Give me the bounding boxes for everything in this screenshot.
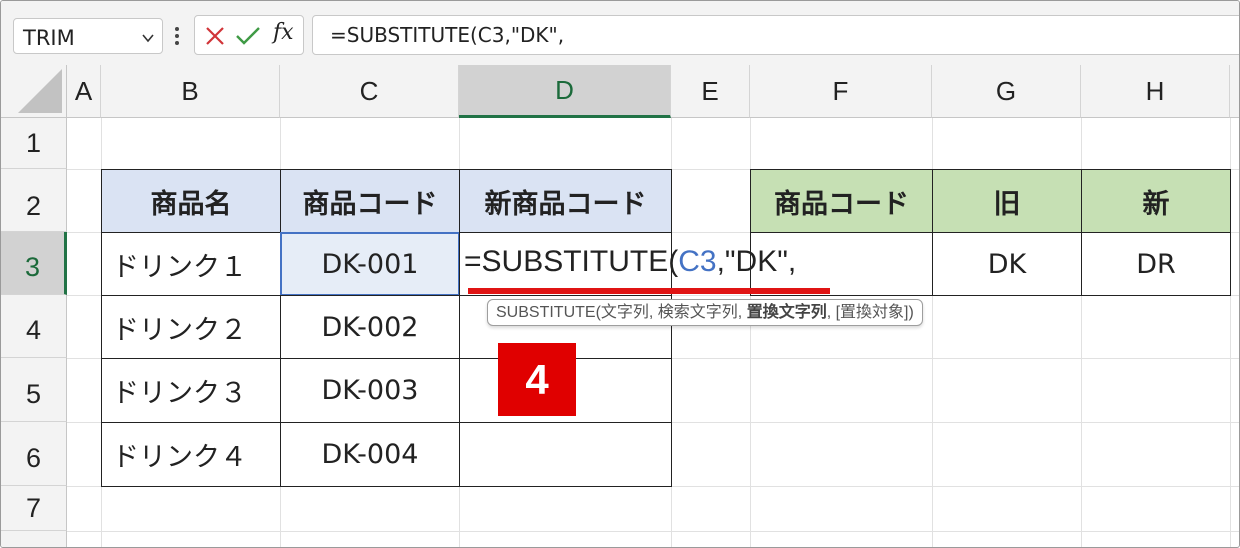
table-cell-b6[interactable]: ドリンク４ — [101, 422, 281, 487]
table-cell-h3[interactable]: DR — [1081, 232, 1231, 296]
table1-header-product-code[interactable]: 商品コード — [280, 169, 460, 233]
table-cell-b5[interactable]: ドリンク３ — [101, 358, 281, 423]
highlight-underline — [468, 288, 830, 294]
in-cell-formula[interactable]: =SUBSTITUTE(C3,"DK", — [464, 245, 796, 279]
row-header-3[interactable]: 3 — [1, 232, 67, 295]
column-header-d[interactable]: D — [459, 65, 671, 118]
table2-header-new[interactable]: 新 — [1081, 169, 1231, 233]
column-header-e[interactable]: E — [671, 65, 750, 118]
formula-text: =SUBSTITUTE(C3,"DK", — [330, 23, 565, 47]
row-header-4[interactable]: 4 — [1, 295, 67, 358]
tooltip-text-post: , [置換対象]) — [826, 304, 914, 321]
table-cell-d6[interactable] — [459, 422, 672, 487]
table-cell-b3[interactable]: ドリンク１ — [101, 232, 281, 296]
column-header-b[interactable]: B — [101, 65, 280, 118]
formula-suffix: ,"DK", — [716, 245, 797, 278]
column-header-g[interactable]: G — [932, 65, 1081, 118]
tooltip-current-argument: 置換文字列 — [746, 304, 827, 321]
row-header-7[interactable]: 7 — [1, 486, 67, 531]
table-cell-b4[interactable]: ドリンク２ — [101, 295, 281, 359]
check-icon[interactable] — [235, 25, 261, 47]
name-box[interactable]: TRIM — [13, 18, 163, 54]
table-cell-c4[interactable]: DK-002 — [280, 295, 460, 359]
formula-input[interactable]: =SUBSTITUTE(C3,"DK", — [312, 15, 1239, 55]
more-options-icon[interactable] — [173, 24, 181, 48]
table2-header-product-code[interactable]: 商品コード — [750, 169, 933, 233]
function-argument-tooltip[interactable]: SUBSTITUTE(文字列, 検索文字列, 置換文字列, [置換対象]) — [487, 299, 923, 326]
column-header-f[interactable]: F — [750, 65, 932, 118]
row-header-partial[interactable] — [1, 531, 67, 547]
step-number-badge: 4 — [498, 343, 576, 416]
formula-cell-reference: C3 — [678, 245, 717, 278]
column-header-a[interactable]: A — [67, 65, 101, 118]
column-header-c[interactable]: C — [280, 65, 459, 118]
table1-header-product-name[interactable]: 商品名 — [101, 169, 281, 233]
worksheet: A B C D E F G H 1 2 3 4 5 6 7 商品名 商品コード … — [1, 65, 1239, 547]
formula-buttons: fx — [194, 15, 304, 55]
table-cell-c6[interactable]: DK-004 — [280, 422, 460, 487]
tooltip-text-pre: SUBSTITUTE(文字列, 検索文字列, — [496, 304, 747, 321]
column-header-partial[interactable] — [1230, 65, 1239, 118]
table2-header-old[interactable]: 旧 — [932, 169, 1082, 233]
select-all-button[interactable] — [1, 65, 67, 118]
table1-header-new-product-code[interactable]: 新商品コード — [459, 169, 672, 233]
excel-window: TRIM fx =SUBSTITUTE(C3,"DK", A B C D E F… — [0, 0, 1240, 548]
column-header-h[interactable]: H — [1081, 65, 1230, 118]
row-header-5[interactable]: 5 — [1, 358, 67, 422]
table-cell-c3[interactable]: DK-001 — [280, 232, 460, 296]
table-cell-g3[interactable]: DK — [932, 232, 1082, 296]
insert-function-button[interactable]: fx — [273, 20, 294, 45]
table-cell-c5[interactable]: DK-003 — [280, 358, 460, 423]
row-header-6[interactable]: 6 — [1, 422, 67, 486]
row-header-1[interactable]: 1 — [1, 118, 67, 169]
formula-toolbar: TRIM fx =SUBSTITUTE(C3,"DK", — [1, 1, 1239, 65]
row-header-2[interactable]: 2 — [1, 169, 67, 232]
name-box-value: TRIM — [23, 26, 75, 50]
formula-prefix: =SUBSTITUTE( — [464, 245, 679, 278]
x-icon[interactable] — [204, 25, 226, 47]
chevron-down-icon[interactable] — [142, 32, 154, 44]
